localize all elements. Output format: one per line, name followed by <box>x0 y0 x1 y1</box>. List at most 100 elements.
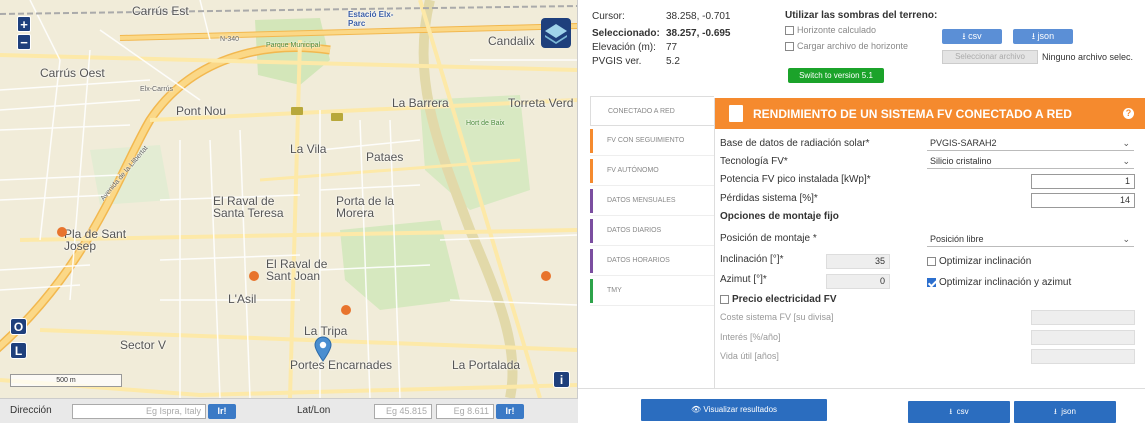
tab-label: FV con seguimiento <box>607 137 685 144</box>
selected-label: Seleccionado: <box>592 28 660 39</box>
mount-position-label: Posición de montaje * <box>720 233 817 244</box>
zoom-in-button[interactable]: + <box>17 16 31 32</box>
mount-position-value: Posición libre <box>930 234 984 244</box>
select-file-button[interactable]: Seleccionar archivo <box>942 50 1038 64</box>
solar-panel-icon <box>729 105 743 122</box>
visualize-results-button[interactable]: 👁 Visualizar resultados <box>641 399 827 421</box>
shading-title: Utilizar las sombras del terreno: <box>785 10 938 21</box>
tab-tmy[interactable]: TMY <box>590 276 714 306</box>
map-label: Carrús Oest <box>40 66 105 80</box>
map-label: Candalix <box>488 34 535 48</box>
tool-tabs: Conectado a red FV con seguimiento FV au… <box>590 96 714 306</box>
map-label: Pont Nou <box>176 104 227 118</box>
bus-icon <box>291 107 303 115</box>
system-loss-label: Pérdidas sistema [%]* <box>720 193 818 204</box>
pv-price-label: Precio electricidad FV <box>732 294 837 305</box>
pv-tech-select[interactable]: Silicio cristalino ⌄ <box>927 155 1134 169</box>
map-label: N-340 <box>220 36 240 43</box>
map-label: El Raval de Santa Teresa <box>213 194 284 220</box>
lat-input[interactable]: Eg 45.815 <box>374 404 432 419</box>
horizon-calculated-checkbox[interactable] <box>785 26 794 36</box>
fixed-mount-title: Opciones de montaje fijo <box>720 211 839 222</box>
chevron-down-icon: ⌄ <box>1122 234 1130 244</box>
tab-label: Conectado a red <box>608 108 675 115</box>
horizon-csv-label: csv <box>968 31 982 41</box>
elevation-value: 77 <box>666 42 678 53</box>
slope-input[interactable]: 35 <box>826 254 890 269</box>
map-info-button[interactable]: i <box>553 371 570 388</box>
pv-tech-label: Tecnología FV* <box>720 156 788 167</box>
tab-off-grid[interactable]: FV autónomo <box>590 156 714 186</box>
map-label: La Barrera <box>392 96 449 110</box>
layers-button[interactable] <box>541 18 571 48</box>
horizon-csv-button[interactable]: ⭳ csv <box>942 29 1002 44</box>
lon-input[interactable]: Eg 8.611 <box>436 404 494 419</box>
map-label: Torreta Verd <box>508 96 574 110</box>
latlon-go-button[interactable]: Ir! <box>496 404 524 419</box>
interest-input[interactable] <box>1031 330 1135 345</box>
map-label: Carrús Est <box>132 4 189 18</box>
horizon-calculated-label: Horizonte calculado <box>797 25 877 35</box>
azimuth-input[interactable]: 0 <box>826 274 890 289</box>
download-csv-button[interactable]: ⭳ csv <box>908 401 1010 423</box>
horizon-json-button[interactable]: ⭳ json <box>1013 29 1073 44</box>
address-bar: Dirección Eg Ispra, Italy Ir! Lat/Lon Eg… <box>0 398 578 423</box>
pv-price-option[interactable]: Precio electricidad FV <box>720 294 837 305</box>
mount-position-select[interactable]: Posición libre ⌄ <box>927 233 1134 247</box>
map-label: La Vila <box>290 142 327 156</box>
panel-title: RENDIMIENTO DE UN SISTEMA FV CONECTADO A… <box>753 107 1072 121</box>
tab-grid-connected[interactable]: Conectado a red <box>590 96 714 126</box>
address-go-button[interactable]: Ir! <box>208 404 236 419</box>
optimize-slope-option[interactable]: Optimizar inclinación <box>927 256 1031 267</box>
cursor-label: Cursor: <box>592 11 625 22</box>
tab-label: Datos mensuales <box>607 197 676 204</box>
pv-price-checkbox[interactable] <box>720 294 729 304</box>
address-label: Dirección <box>10 405 52 416</box>
radiation-db-value: PVGIS-SARAH2 <box>930 138 997 148</box>
map-label: El Raval de Sant Joan <box>266 257 328 283</box>
tab-tracking-pv[interactable]: FV con seguimiento <box>590 126 714 156</box>
horizon-file-checkbox[interactable] <box>785 42 794 52</box>
download-icon: ⭳ <box>1054 407 1057 416</box>
azimuth-label: Azimut [°]* <box>720 274 767 285</box>
tab-label: Datos horarios <box>607 257 670 264</box>
map-o-button[interactable]: O <box>10 318 27 335</box>
radiation-db-label: Base de datos de radiación solar* <box>720 138 870 149</box>
radiation-db-select[interactable]: PVGIS-SARAH2 ⌄ <box>927 137 1134 151</box>
selected-value: 38.257, -0.695 <box>666 28 731 39</box>
lifetime-input[interactable] <box>1031 349 1135 364</box>
tab-hourly-data[interactable]: Datos horarios <box>590 246 714 276</box>
cursor-value: 38.258, -0.701 <box>666 11 731 22</box>
optimize-slope-checkbox[interactable] <box>927 256 936 266</box>
peak-power-input[interactable]: 1 <box>1031 174 1135 189</box>
map-label: Elx-Carrús <box>140 86 174 93</box>
map-label: L'Asil <box>228 292 257 306</box>
tab-monthly-data[interactable]: Datos mensuales <box>590 186 714 216</box>
switch-version-button[interactable]: Switch to version 5.1 <box>788 68 884 83</box>
zoom-out-button[interactable]: − <box>17 34 31 50</box>
selected-location-pin-icon[interactable] <box>314 336 332 362</box>
optimize-both-option[interactable]: Optimizar inclinación y azimut <box>927 277 1071 288</box>
tab-label: Datos diarios <box>607 227 662 234</box>
system-loss-input[interactable]: 14 <box>1031 193 1135 208</box>
address-input[interactable]: Eg Ispra, Italy <box>72 404 206 419</box>
peak-power-label: Potencia FV pico instalada [kWp]* <box>720 174 871 185</box>
tab-daily-data[interactable]: Datos diarios <box>590 216 714 246</box>
interest-label: Interés [%/año] <box>720 332 781 342</box>
map-label: Pataes <box>366 150 404 164</box>
system-cost-input[interactable] <box>1031 310 1135 325</box>
download-json-button[interactable]: ⭳ json <box>1014 401 1116 423</box>
optimize-both-checkbox[interactable] <box>927 277 936 287</box>
map-l-button[interactable]: L <box>10 342 27 359</box>
location-info: Cursor: 38.258, -0.701 Seleccionado: 38.25… <box>592 10 772 69</box>
json-label: json <box>1061 407 1076 416</box>
map-view[interactable]: Carrús Est Carrús Oest Estació Elx-Parc … <box>0 0 578 398</box>
poi-marker-icon <box>249 271 259 281</box>
latlon-label: Lat/Lon <box>297 405 331 416</box>
panel-header: RENDIMIENTO DE UN SISTEMA FV CONECTADO A… <box>715 98 1145 129</box>
map-label: Pla de Sant Josep <box>64 227 127 253</box>
tab-label: FV autónomo <box>607 167 659 174</box>
poi-marker-icon <box>541 271 551 281</box>
map-label: Sector V <box>120 338 167 352</box>
help-icon[interactable]: ? <box>1123 108 1134 119</box>
